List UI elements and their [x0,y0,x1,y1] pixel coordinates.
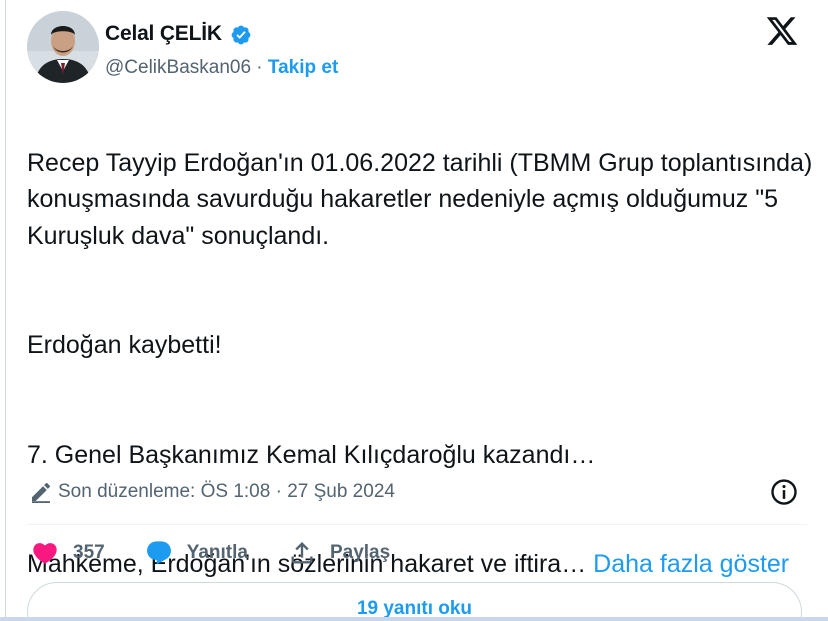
share-button[interactable]: Paylaş [288,539,390,567]
handle-separator: · [251,57,268,78]
author-name[interactable]: Celal ÇELİK [105,22,222,46]
edited-text: Son düzenleme: ÖS 1:08 · 27 Şub 2024 [58,481,395,502]
heart-icon [33,543,57,564]
bottom-edge [0,617,828,621]
share-icon [291,542,313,564]
tweet-paragraph: Erdoğan kaybetti! [27,331,222,359]
tweet-paragraph: 7. Genel Başkanımız Kemal Kılıçdaroğlu k… [27,440,596,469]
read-replies-button[interactable]: 19 yanıtı oku [27,582,802,621]
reply-bubble-icon [146,541,171,565]
action-bar: 357 Yanıtla Paylaş [31,537,430,569]
verified-badge-icon [231,25,251,45]
share-label: Paylaş [329,542,391,563]
handle-row: @CelikBaskan06 · Takip et [105,57,338,79]
author-handle[interactable]: @CelikBaskan06 [105,57,251,78]
info-icon[interactable] [769,477,799,507]
like-count: 357 [73,542,105,563]
follow-button[interactable]: Takip et [268,57,338,78]
reply-button[interactable]: Yanıtla [145,539,248,567]
divider [27,524,807,525]
edited-info[interactable]: Son düzenleme: ÖS 1:08 · 27 Şub 2024 [29,480,395,504]
like-button[interactable]: 357 [31,539,105,567]
x-logo-icon[interactable] [764,14,800,48]
tweet-paragraph: Recep Tayyip Erdoğan'ın 01.06.2022 tarih… [27,148,813,250]
tweet-card: Celal ÇELİK @CelikBaskan06 · Takip et Re… [5,0,828,621]
show-more-link[interactable]: Daha fazla göster [593,550,789,578]
avatar[interactable] [27,11,99,83]
pencil-icon [32,482,51,503]
reply-label: Yanıtla [186,542,248,563]
